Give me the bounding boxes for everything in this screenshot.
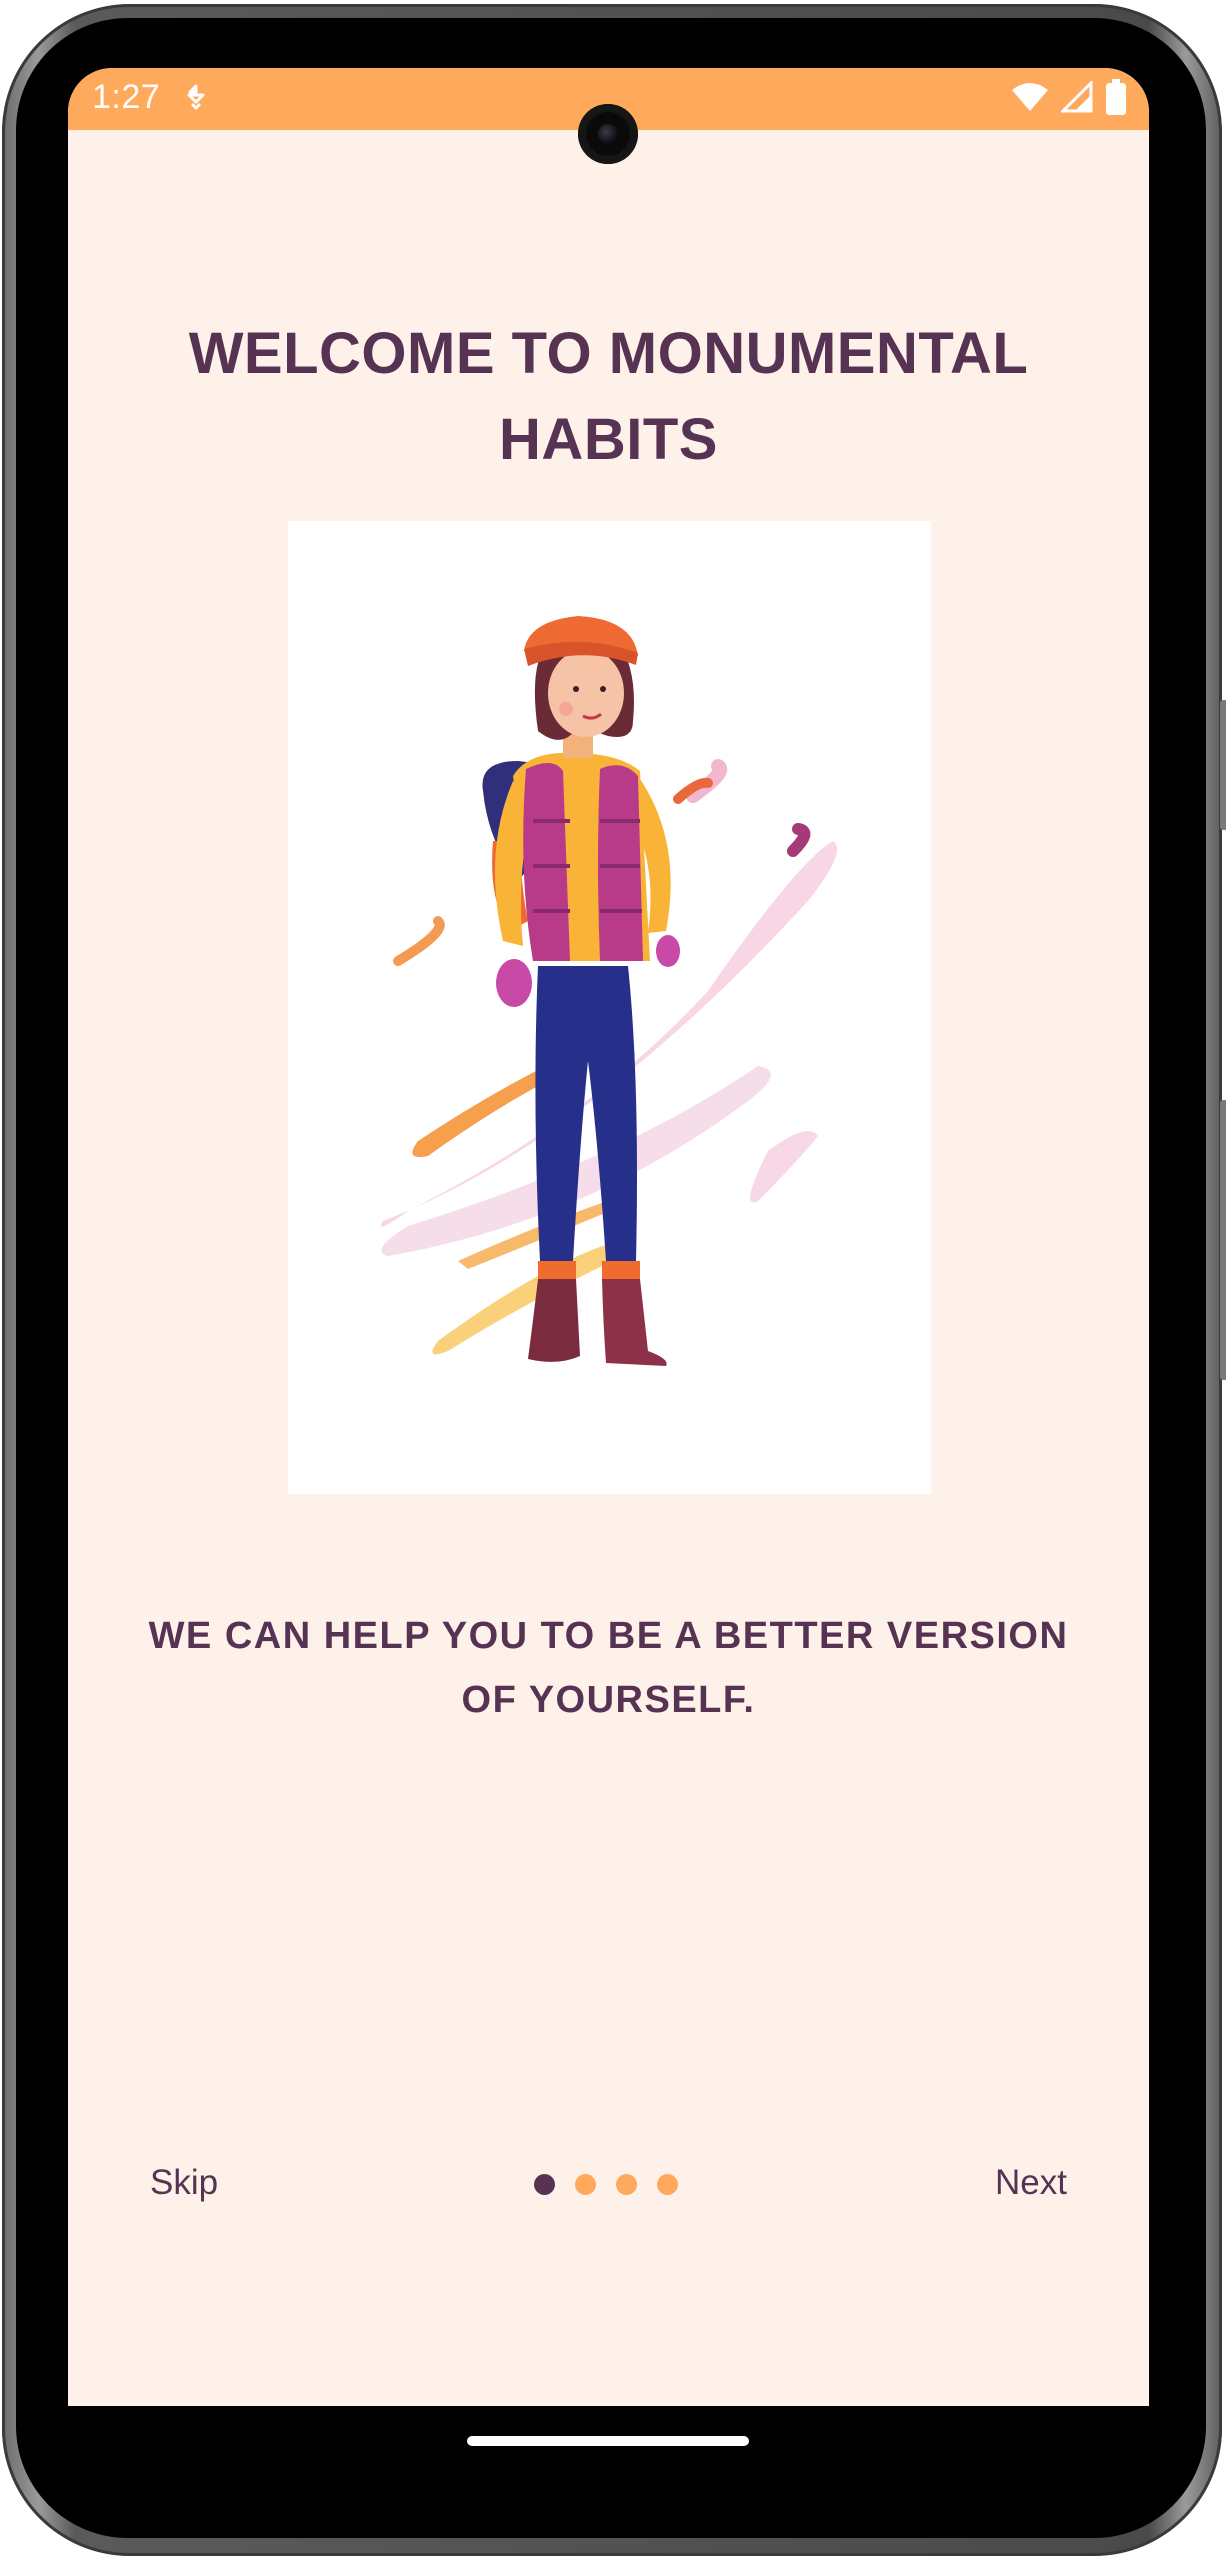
app-screen: 1:27 WELCOME TO MONUMENTAL HABITS WE CAN… xyxy=(68,68,1149,2406)
front-camera xyxy=(578,104,638,164)
next-button[interactable]: Next xyxy=(995,2148,1067,2218)
status-time: 1:27 xyxy=(92,78,161,116)
notification-icon xyxy=(180,82,212,114)
page-dot-1[interactable] xyxy=(534,2174,555,2195)
page-dot-3[interactable] xyxy=(616,2174,637,2195)
page-indicator xyxy=(534,2174,678,2196)
phone-device: 1:27 WELCOME TO MONUMENTAL HABITS WE CAN… xyxy=(0,0,1226,2559)
onboarding-title: WELCOME TO MONUMENTAL HABITS xyxy=(188,320,1029,472)
signal-icon xyxy=(1059,78,1093,118)
onboarding-subtitle: WE CAN HELP YOU TO BE A BETTER VERSION O… xyxy=(148,1615,1069,1721)
battery-icon xyxy=(1105,78,1127,120)
volume-button xyxy=(1220,700,1226,830)
power-button xyxy=(1220,1100,1226,1380)
onboarding-navigation: Skip Next xyxy=(68,2148,1149,2218)
page-dot-2[interactable] xyxy=(575,2174,596,2195)
skip-button[interactable]: Skip xyxy=(150,2148,218,2218)
status-icons xyxy=(1011,78,1127,120)
page-dot-4[interactable] xyxy=(657,2174,678,2195)
home-gesture-bar[interactable] xyxy=(467,2436,749,2446)
hiker-woman-illustration xyxy=(288,521,931,1494)
wifi-icon xyxy=(1011,82,1049,117)
gesture-navigation-area xyxy=(68,2406,1149,2510)
